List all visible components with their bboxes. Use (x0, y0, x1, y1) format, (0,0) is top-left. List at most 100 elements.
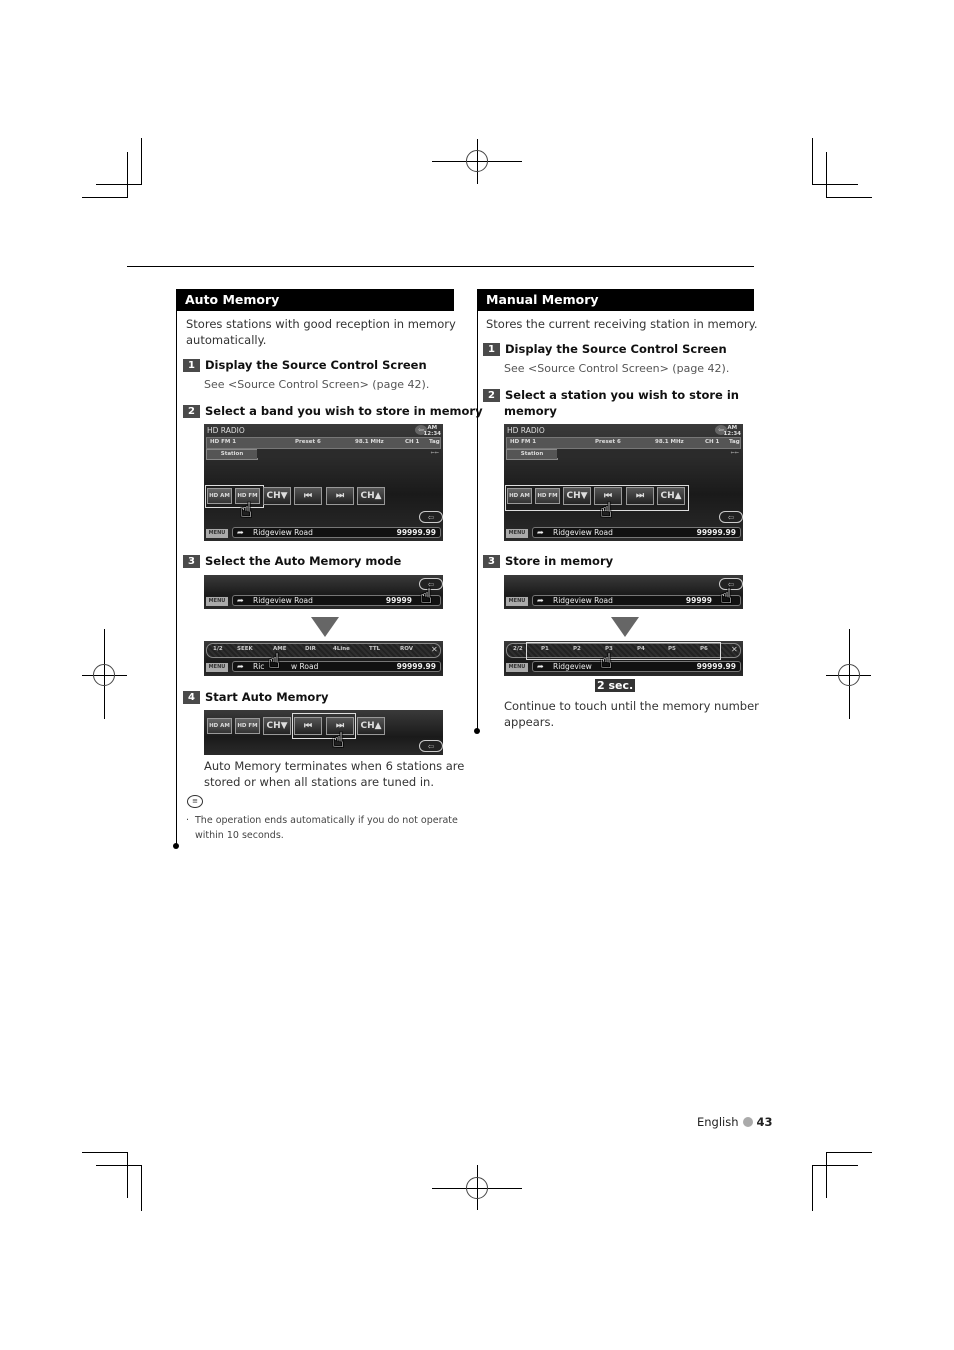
pointer-hand-icon: ☝ (240, 498, 253, 522)
menu-button[interactable]: MENU (506, 663, 528, 672)
pointer-hand-icon: ☝ (720, 584, 733, 608)
crop-mark (127, 152, 128, 198)
prev-button[interactable]: ⏮ (294, 487, 322, 505)
hd-fm-button[interactable]: HD FM (535, 488, 560, 504)
station-button[interactable]: Station (506, 449, 558, 460)
registration-circle (838, 664, 860, 686)
ch-down-button[interactable]: CH▼ (263, 487, 291, 505)
page-indicator[interactable]: 1/2 (213, 646, 223, 652)
step-number: 3 (183, 555, 200, 568)
hold-duration-label: 2 sec. (595, 679, 636, 692)
crop-mark (141, 138, 142, 185)
hd-am-button[interactable]: HD AM (207, 488, 232, 504)
band-label: HD FM 1 (210, 439, 237, 445)
band-label: HD FM 1 (510, 439, 537, 445)
crop-mark (812, 1165, 858, 1166)
prev-button[interactable]: ⏮ (294, 717, 322, 735)
section-rail (176, 311, 177, 846)
crop-mark (812, 138, 813, 185)
channel-label: CH 1 (405, 439, 420, 445)
menu-button[interactable]: MENU (506, 597, 528, 606)
distance: 99999.99 (396, 528, 436, 537)
info-bar: HD FM 1 Preset 6 98.1 MHz CH 1 Tag (206, 437, 441, 449)
crop-mark (127, 1152, 128, 1198)
turn-right-icon: ➦ (537, 662, 544, 671)
distance: 99999 (685, 596, 712, 605)
ch-down-button[interactable]: CH▼ (263, 717, 291, 735)
tip-text: The operation ends automatically if you … (195, 815, 458, 841)
hd-am-button[interactable]: HD AM (507, 488, 532, 504)
step-2-continued: memory (504, 404, 557, 418)
separator-dot (742, 1117, 753, 1127)
ch-up-button[interactable]: CH▲ (657, 487, 685, 505)
navigation-bar[interactable]: ➦ Ric w Road 99999.99 (232, 661, 441, 672)
seek-button[interactable]: SEEK (237, 646, 253, 652)
turn-right-icon: ➦ (237, 596, 244, 605)
screen-title: HD RADIO (507, 426, 545, 435)
page-footer: English 43 (697, 1115, 773, 1129)
step-1: 1 Display the Source Control Screen (183, 357, 427, 373)
registration-circle (466, 150, 488, 172)
pointer-hand-icon: ☝ (268, 649, 281, 673)
manual-memory-heading: Manual Memory (477, 289, 754, 311)
return-button[interactable]: ⇦ (419, 511, 443, 523)
next-button[interactable]: ⏭ (326, 487, 354, 505)
distance: 99999.99 (396, 662, 436, 671)
step-label: Display the Source Control Screen (505, 342, 727, 356)
language-label: English (697, 1115, 739, 1129)
section-end-dot (173, 843, 179, 849)
crop-mark (826, 1152, 827, 1198)
hd-fm-button[interactable]: HD FM (235, 718, 260, 734)
next-button[interactable]: ⏭ (626, 487, 654, 505)
navigation-bar[interactable]: ➦ Ridgeview 99999.99 (532, 661, 741, 672)
auto-memory-heading: Auto Memory (176, 289, 454, 311)
start-auto-memory-screen: HD AM HD FM CH▼ ⏮ ⏭ CH▲ ☝ ⇦ (204, 710, 443, 755)
distance: 99999 (385, 596, 412, 605)
page-indicator[interactable]: 2/2 (513, 646, 523, 652)
navigation-bar[interactable]: ➦ Ridgeview Road 99999 (532, 595, 741, 606)
4line-button[interactable]: 4Line (333, 646, 350, 652)
navigation-bar[interactable]: ➦ Ridgeview Road 99999.99 (532, 527, 741, 538)
frequency-label: 98.1 MHz (655, 439, 684, 445)
road-name: Ridgeview Road (553, 596, 613, 605)
turn-right-icon: ➦ (237, 528, 244, 537)
function-bar-screen: 1/2 SEEK AME DIR 4Line TTL ROV ✕ MENU ➦ … (204, 641, 443, 676)
road-name: Ridgeview Road (253, 596, 313, 605)
tag-label: Tag (729, 439, 740, 445)
header-rule (127, 266, 754, 267)
auto-memory-intro: Stores stations with good reception in m… (186, 316, 456, 348)
rov-button[interactable]: ROV (400, 646, 413, 652)
manual-memory-note: Continue to touch until the memory numbe… (504, 699, 759, 729)
distance: 99999.99 (696, 662, 736, 671)
page-number: 43 (756, 1115, 773, 1129)
return-button[interactable]: ⇦ (719, 511, 743, 523)
crop-mark (96, 184, 142, 185)
ttl-button[interactable]: TTL (369, 646, 380, 652)
dir-button[interactable]: DIR (305, 646, 316, 652)
return-button[interactable]: ⇦ (419, 740, 443, 752)
station-bar (257, 449, 441, 458)
ch-down-button[interactable]: CH▼ (563, 487, 591, 505)
menu-button[interactable]: MENU (206, 529, 228, 538)
turn-right-icon: ➦ (537, 528, 544, 537)
hd-am-button[interactable]: HD AM (207, 718, 232, 734)
step-4: 4 Start Auto Memory (183, 689, 329, 705)
menu-button[interactable]: MENU (206, 663, 228, 672)
step-label: Display the Source Control Screen (205, 358, 427, 372)
ch-up-button[interactable]: CH▲ (357, 717, 385, 735)
screen-bottom-strip: ⇦ MENU ➦ Ridgeview Road 99999 ☝ (504, 575, 743, 609)
navigation-bar[interactable]: ➦ Ridgeview Road 99999 (232, 595, 441, 606)
menu-button[interactable]: MENU (206, 597, 228, 606)
down-arrow-indicator (311, 617, 339, 637)
navigation-bar[interactable]: ➦ Ridgeview Road 99999.99 (232, 527, 441, 538)
menu-button[interactable]: MENU (506, 529, 528, 538)
ch-up-button[interactable]: CH▲ (357, 487, 385, 505)
step-3: 3 Store in memory (483, 553, 613, 569)
station-button[interactable]: Station (206, 449, 258, 460)
close-icon[interactable]: ✕ (431, 645, 438, 654)
close-icon[interactable]: ✕ (731, 645, 738, 654)
crop-mark (96, 1165, 142, 1166)
tag-label: Tag (429, 439, 440, 445)
pointer-hand-icon: ☝ (600, 649, 613, 673)
frequency-label: 98.1 MHz (355, 439, 384, 445)
